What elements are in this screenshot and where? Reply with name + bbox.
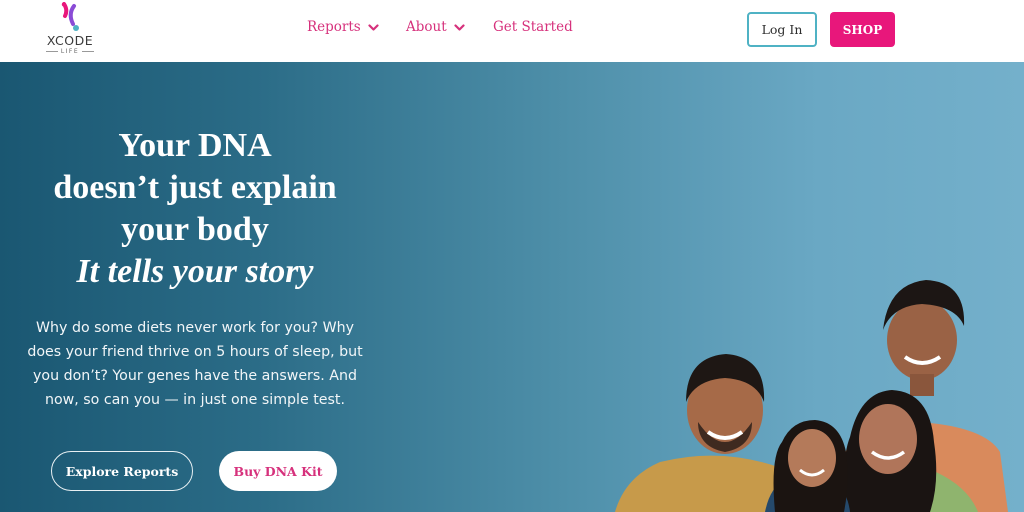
hero-body-text: Why do some diets never work for you? Wh… <box>27 320 363 408</box>
chevron-down-icon <box>454 23 465 31</box>
hero-headline: Your DNA doesn’t just explain your body … <box>0 125 390 293</box>
hero-section: Your DNA doesn’t just explain your body … <box>0 62 1024 512</box>
site-header: XCODE LIFE Reports About Get Started Log… <box>0 0 1024 62</box>
family-photo <box>615 280 1008 512</box>
explore-reports-button[interactable]: Explore Reports <box>51 451 193 491</box>
headline-line-3: your body <box>121 211 269 248</box>
logo-subtext: LIFE <box>40 48 100 55</box>
nav-item-about[interactable]: About <box>406 19 465 35</box>
nav-label-reports: Reports <box>307 19 361 35</box>
nav-item-get-started[interactable]: Get Started <box>493 19 573 35</box>
dna-logo-icon <box>61 2 79 31</box>
nav-item-reports[interactable]: Reports <box>307 19 379 35</box>
xcode-life-logo[interactable]: XCODE LIFE <box>40 2 100 58</box>
login-button[interactable]: Log In <box>747 12 817 47</box>
logo-text: XCODE <box>46 33 94 48</box>
buy-dna-kit-button[interactable]: Buy DNA Kit <box>219 451 337 491</box>
nav-label-about: About <box>406 19 447 35</box>
girl-figure <box>765 420 850 512</box>
headline-line-2: doesn’t just explain <box>53 169 337 206</box>
nav-label-get-started: Get Started <box>493 19 573 35</box>
chevron-down-icon <box>368 23 379 31</box>
headline-line-1: Your DNA <box>118 127 272 164</box>
shop-button[interactable]: SHOP <box>830 12 895 47</box>
headline-line-4: It tells your story <box>76 253 314 290</box>
